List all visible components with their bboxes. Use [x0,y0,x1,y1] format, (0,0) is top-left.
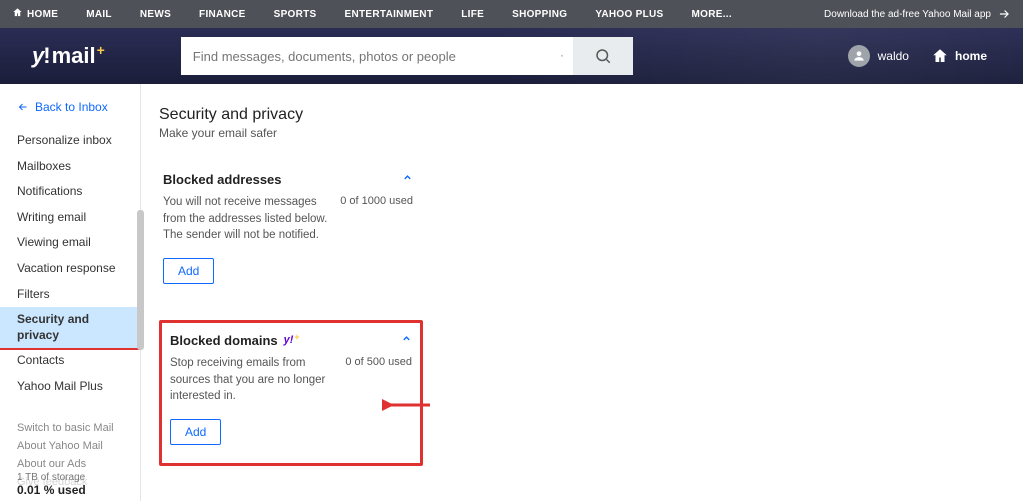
sidebar-item-vacation[interactable]: Vacation response [0,256,140,282]
collapse-toggle-domains[interactable] [401,331,412,349]
settings-content: Security and privacy Make your email saf… [141,84,1023,501]
storage-used: 0.01 % used [17,483,86,497]
search-icon [594,47,612,65]
add-blocked-address-button[interactable]: Add [163,258,214,284]
topnav-item-mail[interactable]: MAIL [86,9,112,20]
blocked-domains-title: Blocked domains y!+ [170,333,300,348]
blocked-addresses-title: Blocked addresses [163,172,282,187]
yahoo-mail-logo[interactable]: y!mail+ [32,43,105,69]
arrow-right-icon [997,7,1011,21]
topnav-item-entertainment[interactable]: ENTERTAINMENT [345,9,434,20]
avatar-icon [848,45,870,67]
collapse-toggle-addresses[interactable] [402,170,413,188]
topnav-item-finance[interactable]: FINANCE [199,9,246,20]
sidebar-item-filters[interactable]: Filters [0,282,140,308]
add-blocked-domain-button[interactable]: Add [170,419,221,445]
home-icon [931,47,949,65]
search-bar [181,37,633,75]
topnav-item-shopping[interactable]: SHOPPING [512,9,567,20]
storage-indicator: 1 TB of storage 0.01 % used [17,472,86,497]
storage-total: 1 TB of storage [17,472,86,483]
annotation-arrow-icon [382,393,432,417]
sidebar-item-notifications[interactable]: Notifications [0,179,140,205]
download-app-link[interactable]: Download the ad-free Yahoo Mail app [824,7,1011,21]
topnav-item-life[interactable]: LIFE [461,9,484,20]
search-dropdown-toggle[interactable] [559,37,573,75]
sidebar-scrollbar[interactable] [137,210,144,350]
section-blocked-domains: Blocked domains y!+ Stop receiving email… [159,320,423,466]
download-app-label: Download the ad-free Yahoo Mail app [824,9,991,20]
blocked-domains-desc: Stop receiving emails from sources that … [170,355,337,405]
sidebar-item-security[interactable]: Security and privacy [0,307,140,348]
search-input[interactable] [181,37,559,75]
user-name-label: waldo [878,49,909,63]
back-to-inbox-link[interactable]: Back to Inbox [0,100,140,128]
sidebar-item-writing[interactable]: Writing email [0,205,140,231]
settings-sidebar: Back to Inbox Personalize inbox Mailboxe… [0,84,140,501]
topnav-home-icon[interactable] [12,7,23,21]
blocked-addresses-count: 0 of 1000 used [340,194,413,244]
app-header: y!mail+ waldo home [0,28,1023,84]
header-home-label: home [955,49,987,63]
arrow-left-icon [17,101,29,113]
topnav-item-sports[interactable]: SPORTS [274,9,317,20]
sidebar-item-yahoomailplus[interactable]: Yahoo Mail Plus [0,374,140,400]
search-button[interactable] [573,37,633,75]
user-menu[interactable]: waldo [848,45,909,67]
footer-link-about[interactable]: About Yahoo Mail [17,440,140,452]
section-blocked-addresses: Blocked addresses You will not receive m… [159,166,417,298]
topnav-item-home[interactable]: HOME [27,9,58,20]
topnav-item-yahooplus[interactable]: YAHOO PLUS [595,9,663,20]
blocked-addresses-desc: You will not receive messages from the a… [163,194,332,244]
chevron-up-icon [401,333,412,344]
topnav-item-more[interactable]: MORE... [692,9,732,20]
sidebar-item-mailboxes[interactable]: Mailboxes [0,154,140,180]
main-area: Back to Inbox Personalize inbox Mailboxe… [0,84,1023,501]
global-topnav: HOME MAIL NEWS FINANCE SPORTS ENTERTAINM… [0,0,1023,28]
yahoo-plus-badge-icon: y!+ [284,334,300,346]
header-home-link[interactable]: home [931,47,987,65]
footer-link-basic[interactable]: Switch to basic Mail [17,422,140,434]
sidebar-item-personalize[interactable]: Personalize inbox [0,128,140,154]
chevron-up-icon [402,172,413,183]
footer-link-ads[interactable]: About our Ads [17,458,140,470]
sidebar-item-viewing[interactable]: Viewing email [0,230,140,256]
chevron-down-icon [559,51,565,61]
page-title: Security and privacy [159,106,1023,124]
topnav-item-news[interactable]: NEWS [140,9,171,20]
page-subtitle: Make your email safer [159,126,1023,140]
sidebar-item-contacts[interactable]: Contacts [0,348,140,374]
